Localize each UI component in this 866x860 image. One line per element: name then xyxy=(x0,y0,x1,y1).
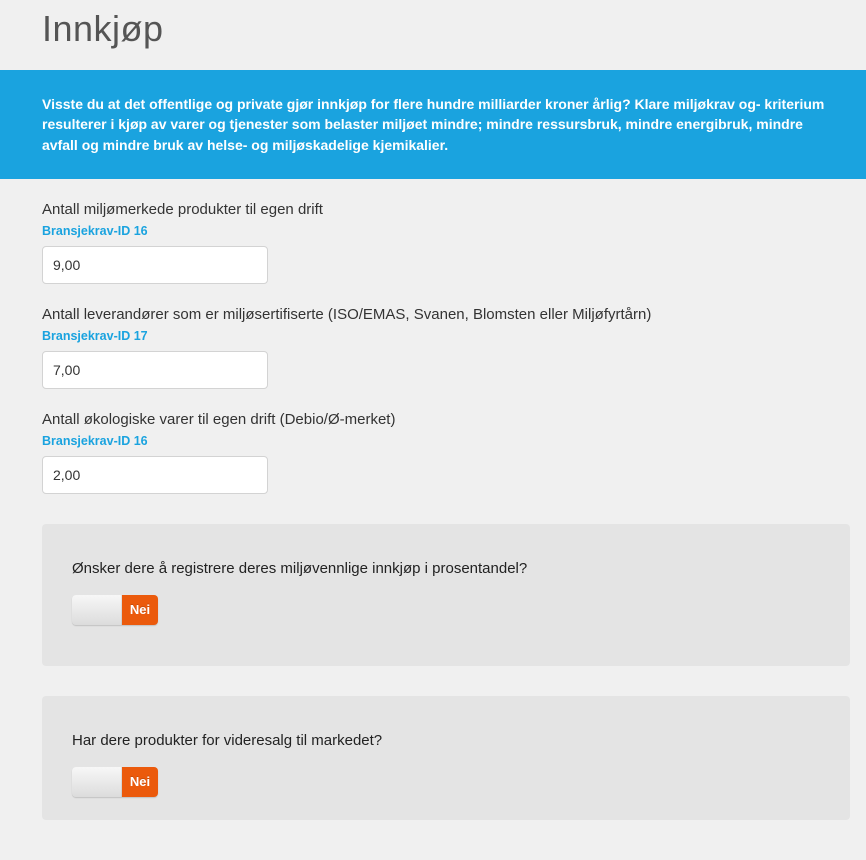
field-label: Antall miljømerkede produkter til egen d… xyxy=(42,201,824,218)
field-input-organic-goods[interactable] xyxy=(42,456,268,494)
field-meta-link[interactable]: Bransjekrav-ID 17 xyxy=(42,329,824,343)
field-input-eco-labeled-products[interactable] xyxy=(42,246,268,284)
page-root: Innkjøp Visste du at det offentlige og p… xyxy=(0,0,866,860)
toggle-state-label: Nei xyxy=(122,767,158,797)
info-banner: Visste du at det offentlige og private g… xyxy=(0,70,866,179)
form-content: Antall miljømerkede produkter til egen d… xyxy=(0,179,866,820)
field-label: Antall leverandører som er miljøsertifis… xyxy=(42,306,824,323)
field-input-certified-suppliers[interactable] xyxy=(42,351,268,389)
page-title: Innkjøp xyxy=(0,0,866,70)
field-eco-labeled-products: Antall miljømerkede produkter til egen d… xyxy=(0,179,866,284)
toggle-knob xyxy=(72,767,122,797)
toggle-state-label: Nei xyxy=(122,595,158,625)
field-meta-link[interactable]: Bransjekrav-ID 16 xyxy=(42,224,824,238)
toggle-register-percentage[interactable]: Nei xyxy=(72,595,158,625)
field-organic-goods: Antall økologiske varer til egen drift (… xyxy=(0,389,866,494)
panel-resale-products: Har dere produkter for videresalg til ma… xyxy=(42,696,850,820)
field-label: Antall økologiske varer til egen drift (… xyxy=(42,411,824,428)
field-meta-link[interactable]: Bransjekrav-ID 16 xyxy=(42,434,824,448)
panel-register-percentage: Ønsker dere å registrere deres miljøvenn… xyxy=(42,524,850,666)
panel-question: Har dere produkter for videresalg til ma… xyxy=(72,732,820,749)
field-certified-suppliers: Antall leverandører som er miljøsertifis… xyxy=(0,284,866,389)
panel-question: Ønsker dere å registrere deres miljøvenn… xyxy=(72,560,820,577)
toggle-resale-products[interactable]: Nei xyxy=(72,767,158,797)
toggle-knob xyxy=(72,595,122,625)
